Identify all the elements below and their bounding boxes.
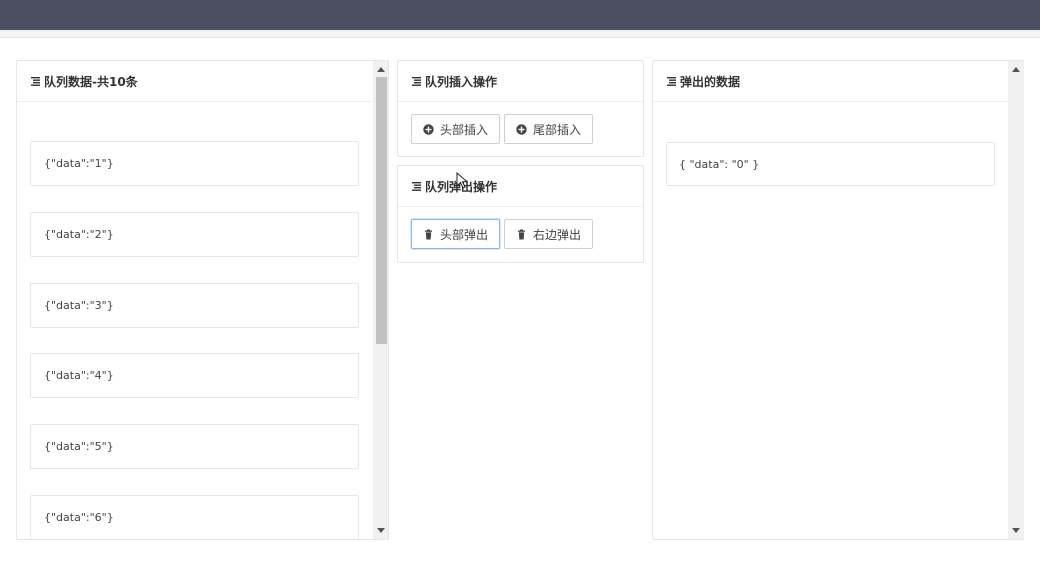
queue-item-text: {"data":"5"} [44,440,114,453]
trash-icon [423,229,434,240]
queue-insert-panel: 队列插入操作 头部插入 尾部插入 [397,60,644,157]
popped-value-text: { "data": "0" } [679,157,760,171]
queue-item: {"data":"6"} [30,495,359,539]
head-pop-button[interactable]: 头部弹出 [411,219,501,249]
queue-list: {"data":"1"} {"data":"2"} {"data":"3"} {… [17,103,373,539]
head-pop-label: 头部弹出 [440,227,489,242]
queue-data-panel: 队列数据-共10条 {"data":"1"} {"data":"2"} {"da… [16,60,389,540]
queue-panel-header: 队列数据-共10条 [17,61,373,102]
queue-item: {"data":"4"} [30,353,359,398]
queue-panel-title: 队列数据-共10条 [44,74,138,89]
navbar-divider [0,30,1040,38]
pop-button-row: 头部弹出 右边弹出 [398,207,643,261]
insert-panel-title: 队列插入操作 [425,74,498,89]
queue-item: {"data":"2"} [30,212,359,257]
top-navbar [0,0,1040,30]
popped-panel-title: 弹出的数据 [680,74,741,89]
queue-item: {"data":"3"} [30,283,359,328]
list-icon [667,76,676,86]
queue-item-text: {"data":"2"} [44,228,114,241]
right-pop-button[interactable]: 右边弹出 [504,219,594,249]
pop-panel-header: 队列弹出操作 [398,166,643,207]
scroll-down-arrow-icon[interactable] [1012,528,1020,533]
scroll-up-arrow-icon[interactable] [1012,67,1020,72]
tail-insert-button[interactable]: 尾部插入 [504,114,594,144]
mouse-cursor-icon [456,171,470,190]
queue-item: {"data":"1"} [30,141,359,186]
popped-scrollbar[interactable] [1008,61,1024,539]
queue-scrollbar[interactable] [373,61,388,539]
list-icon [31,76,40,86]
queue-item-text: {"data":"6"} [44,511,114,524]
queue-item-text: {"data":"4"} [44,369,114,382]
scrollbar-thumb[interactable] [376,77,387,344]
head-insert-button[interactable]: 头部插入 [411,114,501,144]
queue-pop-panel: 队列弹出操作 头部弹出 右边弹出 [397,165,644,263]
insert-button-row: 头部插入 尾部插入 [398,102,643,156]
popped-data-panel: 弹出的数据 { "data": "0" } [652,60,1024,540]
queue-item-text: {"data":"1"} [44,157,114,170]
scroll-down-arrow-icon[interactable] [377,528,385,533]
trash-icon [516,229,527,240]
plus-circle-icon [516,123,527,135]
list-icon [412,181,421,191]
queue-item: {"data":"5"} [30,424,359,469]
head-insert-label: 头部插入 [440,122,489,137]
scroll-up-arrow-icon[interactable] [377,67,385,72]
queue-item-text: {"data":"3"} [44,299,114,312]
insert-panel-header: 队列插入操作 [398,61,643,102]
popped-value-box: { "data": "0" } [666,142,995,186]
plus-circle-icon [423,123,434,135]
tail-insert-label: 尾部插入 [533,122,582,137]
right-pop-label: 右边弹出 [533,227,582,242]
list-icon [412,76,421,86]
popped-panel-header: 弹出的数据 [653,61,1008,102]
